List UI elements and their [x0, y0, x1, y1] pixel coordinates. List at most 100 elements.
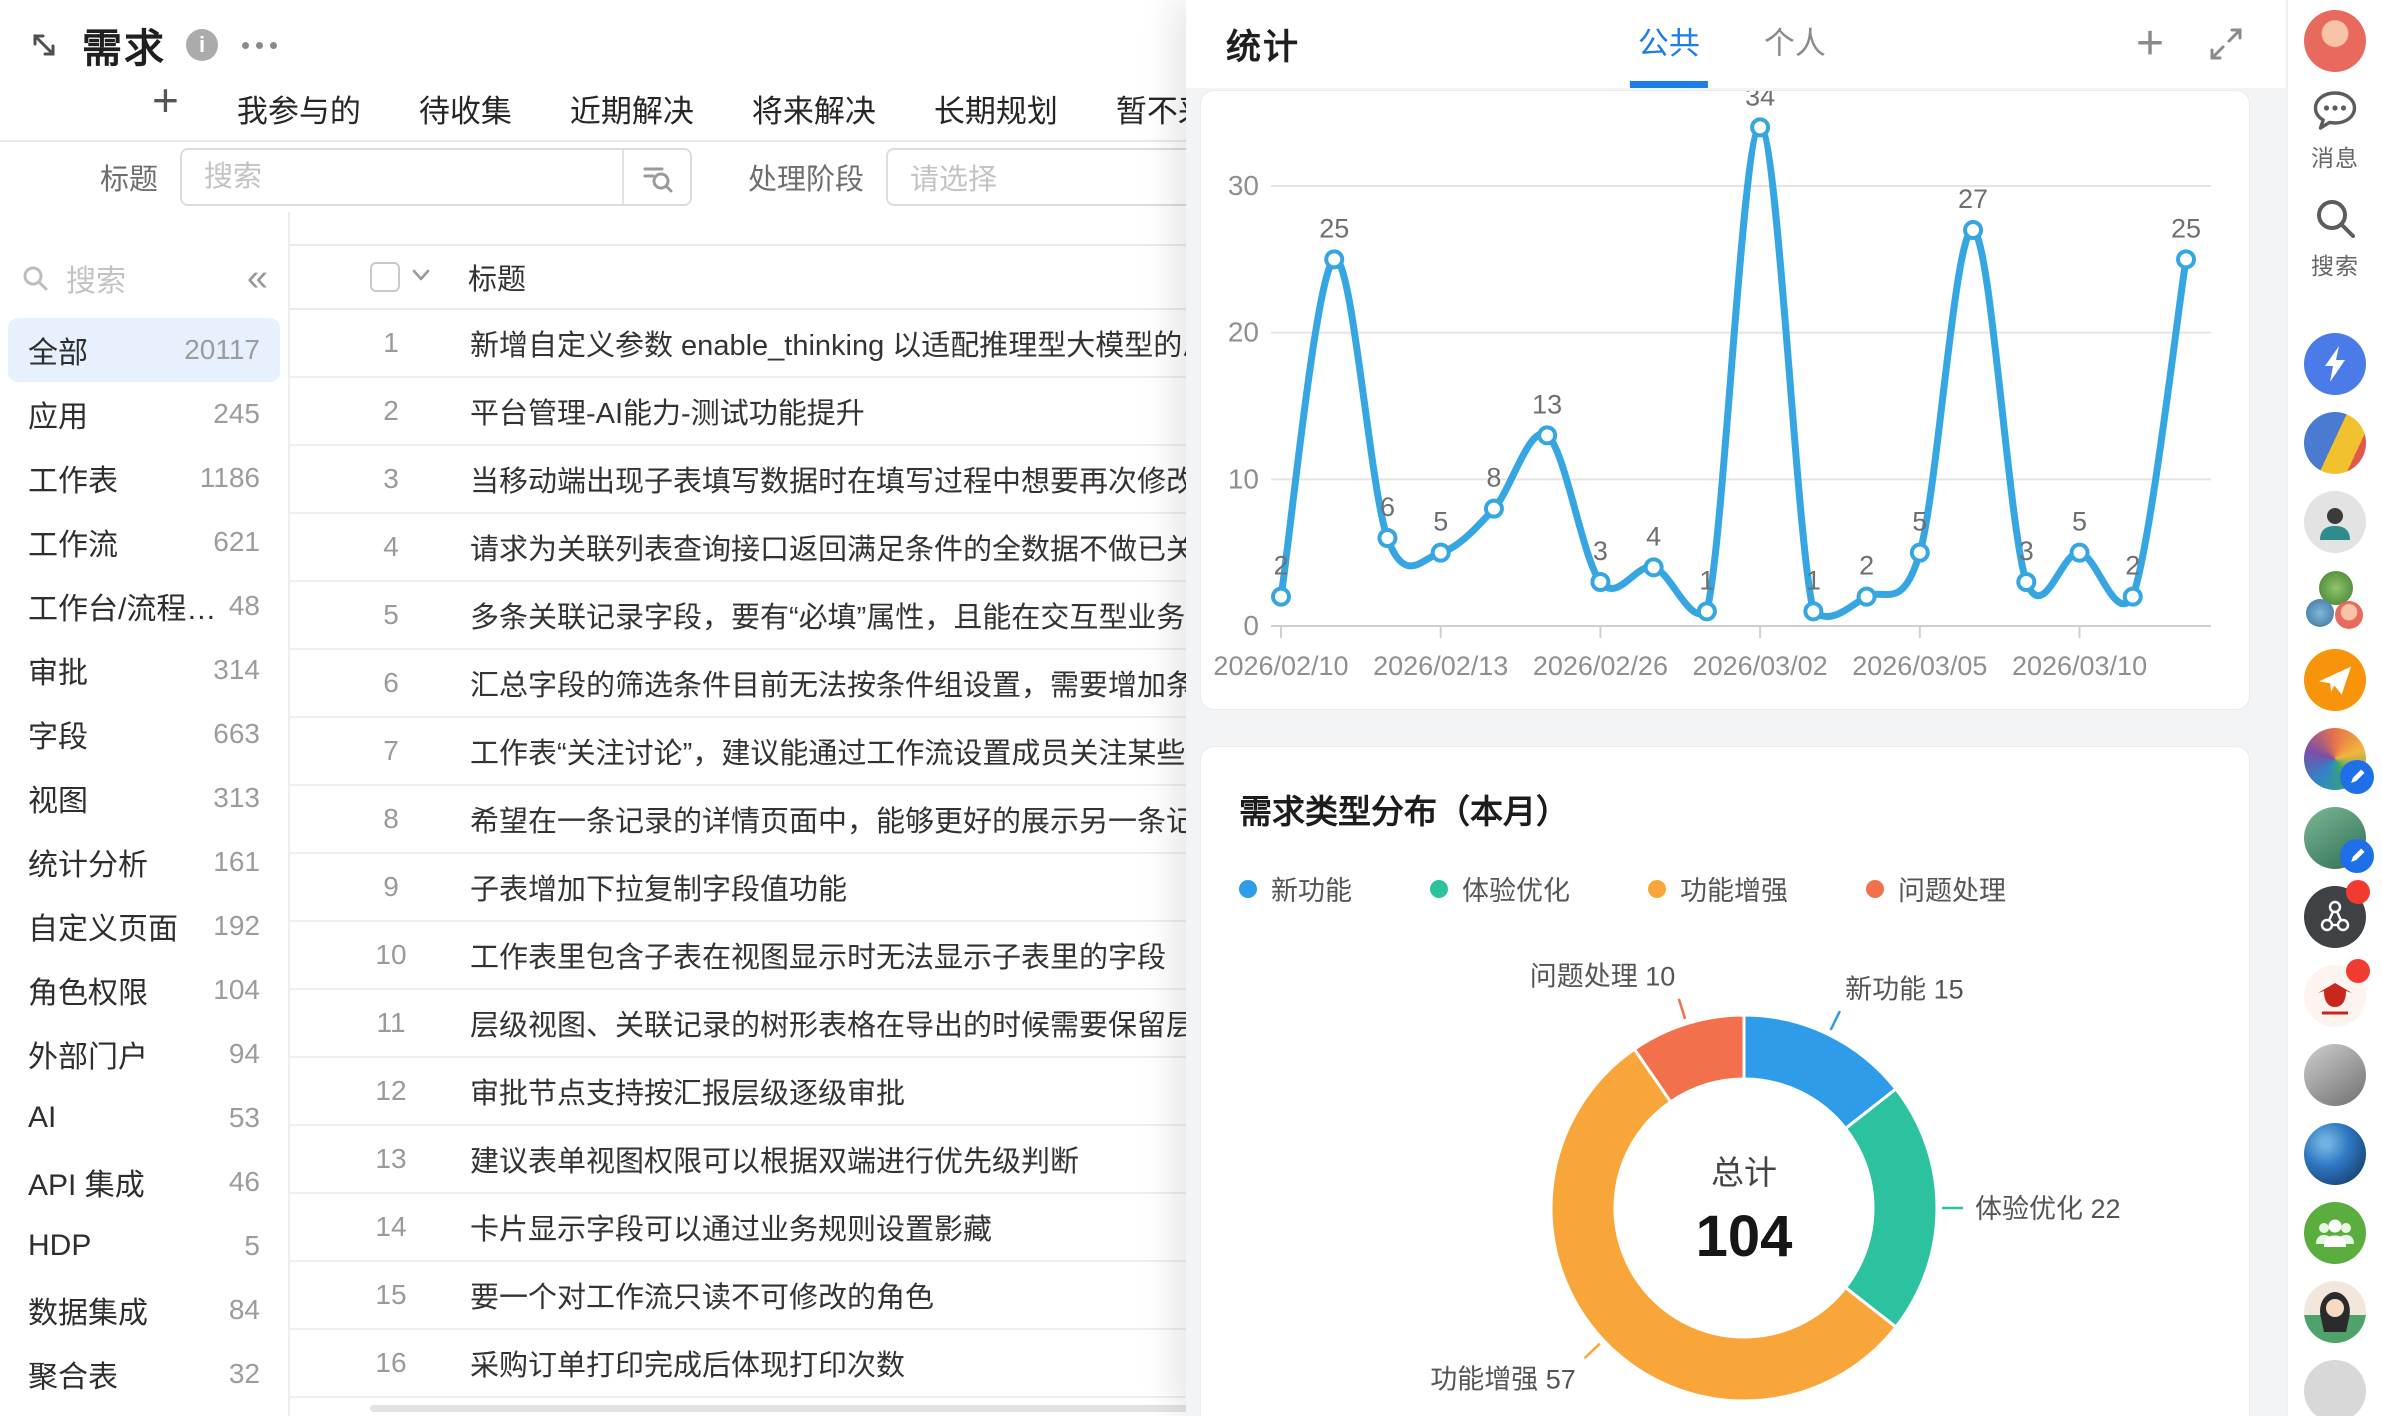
more-actions-icon[interactable]: [242, 42, 277, 49]
svg-text:2026/02/26: 2026/02/26: [1533, 651, 1668, 681]
row-number: 3: [336, 463, 446, 495]
donut-chart[interactable]: 新功能 15体验优化 22功能增强 57问题处理 10总计104: [1239, 908, 2249, 1416]
legend-item-1[interactable]: 体验优化: [1430, 869, 1570, 908]
quick-actions-button[interactable]: [2304, 333, 2366, 395]
svg-text:5: 5: [1912, 507, 1927, 537]
sidebar-item-8[interactable]: 统计分析161: [8, 830, 280, 894]
chat-avatar-group-cluster[interactable]: [2304, 570, 2366, 632]
app-root: 需求 i + 我参与的待收集近期解决将来解决长期规划暂不采纳 标题 处理阶段 请…: [0, 0, 2382, 1416]
svg-text:3: 3: [2019, 536, 2034, 566]
svg-text:34: 34: [1745, 91, 1775, 111]
chat-avatar-person-green[interactable]: [2304, 807, 2366, 869]
sidebar-item-14[interactable]: HDP5: [8, 1214, 280, 1278]
sidebar-item-15[interactable]: 数据集成84: [8, 1278, 280, 1342]
sidebar-item-count: 192: [213, 910, 260, 942]
fullscreen-icon[interactable]: [2206, 24, 2246, 64]
legend-item-0[interactable]: 新功能: [1239, 869, 1352, 908]
svg-text:问题处理 10: 问题处理 10: [1530, 961, 1676, 991]
donut-chart-title: 需求类型分布（本月）: [1239, 785, 2249, 833]
stats-tab-1[interactable]: 个人: [1756, 0, 1834, 88]
sidebar-item-count: 5: [244, 1230, 260, 1262]
sidebar-item-5[interactable]: 审批314: [8, 638, 280, 702]
chat-avatar-support[interactable]: [2304, 491, 2366, 553]
sidebar-item-1[interactable]: 应用245: [8, 382, 280, 446]
line-chart[interactable]: 01020302026/02/102026/02/132026/02/26202…: [1201, 91, 2247, 707]
row-title: 工作表“关注讨论”，建议能通过工作流设置成员关注某些记录: [470, 730, 1243, 772]
title-search-input[interactable]: [182, 150, 622, 204]
sidebar-item-0[interactable]: 全部20117: [8, 318, 280, 382]
legend-label: 新功能: [1271, 869, 1352, 908]
sidebar-item-6[interactable]: 字段663: [8, 702, 280, 766]
sidebar-item-4[interactable]: 工作台/流程…48: [8, 574, 280, 638]
sidebar-item-3[interactable]: 工作流621: [8, 510, 280, 574]
view-tab-1[interactable]: 待收集: [419, 84, 512, 131]
page-title: 需求: [82, 16, 166, 74]
chat-avatar-molecule[interactable]: [2304, 886, 2366, 948]
row-title: 多条关联记录字段，要有“必填”属性，且能在交互型业务规则: [470, 594, 1243, 636]
expand-page-icon[interactable]: [26, 27, 62, 63]
sidebar-item-count: 94: [229, 1038, 260, 1070]
add-view-icon[interactable]: +: [152, 82, 179, 118]
view-tab-4[interactable]: 长期规划: [934, 84, 1058, 131]
chat-avatar-paper-plane[interactable]: [2304, 649, 2366, 711]
stats-tab-0[interactable]: 公共: [1630, 0, 1708, 88]
sidebar-item-16[interactable]: 聚合表32: [8, 1342, 280, 1406]
row-number: 2: [336, 395, 446, 427]
chat-avatar-photo-bw[interactable]: [2304, 1044, 2366, 1106]
chat-avatar-community[interactable]: [2304, 728, 2366, 790]
chat-avatar-red-figure[interactable]: [2304, 965, 2366, 1027]
sidebar-item-label: 字段: [28, 712, 88, 756]
stats-header: 统计 公共个人 +: [1186, 0, 2286, 88]
row-title: 当移动端出现子表填写数据时在填写过程中想要再次修改主表: [470, 458, 1253, 500]
sidebar-item-2[interactable]: 工作表1186: [8, 446, 280, 510]
sidebar-item-9[interactable]: 自定义页面 192: [8, 894, 280, 958]
svg-text:104: 104: [1696, 1204, 1793, 1269]
svg-text:总计: 总计: [1711, 1154, 1777, 1191]
notification-dot: [2346, 880, 2370, 904]
view-tab-3[interactable]: 将来解决: [752, 84, 876, 131]
chat-avatar-lego[interactable]: [2304, 412, 2366, 474]
chat-avatar-partial[interactable]: [2304, 1360, 2366, 1416]
view-tab-0[interactable]: 我参与的: [237, 84, 361, 131]
add-chart-icon[interactable]: +: [2136, 24, 2164, 64]
stage-select[interactable]: 请选择: [886, 148, 1216, 206]
legend-dot: [1239, 880, 1257, 898]
sidebar-item-12[interactable]: AI53: [8, 1086, 280, 1150]
advanced-search-icon[interactable]: [622, 150, 690, 204]
global-search-button[interactable]: 搜索: [2311, 195, 2359, 281]
info-icon[interactable]: i: [186, 29, 218, 61]
cluster-photo-3: [2335, 601, 2363, 629]
sidebar-item-7[interactable]: 视图313: [8, 766, 280, 830]
collapse-sidebar-icon[interactable]: «: [247, 263, 268, 293]
legend-item-2[interactable]: 功能增强: [1648, 869, 1788, 908]
svg-text:20: 20: [1228, 317, 1259, 348]
chat-avatar-cartoon-girl[interactable]: [2304, 1281, 2366, 1343]
chat-avatar-earth[interactable]: [2304, 1123, 2366, 1185]
sidebar-item-13[interactable]: API 集成46: [8, 1150, 280, 1214]
user-avatar[interactable]: [2304, 10, 2366, 72]
row-title: 希望在一条记录的详情页面中，能够更好的展示另一条记录详: [470, 798, 1253, 840]
cluster-photo-2: [2306, 599, 2334, 627]
legend-label: 功能增强: [1680, 869, 1788, 908]
sidebar-item-label: 自定义页面: [28, 904, 178, 948]
svg-text:功能增强 57: 功能增强 57: [1430, 1364, 1576, 1394]
view-list-icon[interactable]: [58, 84, 94, 121]
sidebar-item-label: 视图: [28, 776, 88, 820]
chat-avatar-team[interactable]: [2304, 1202, 2366, 1264]
edit-badge-icon: [2340, 760, 2374, 794]
stats-tabs: 公共个人: [1630, 0, 1834, 88]
select-all-checkbox[interactable]: [370, 262, 400, 292]
view-tab-2[interactable]: 近期解决: [570, 84, 694, 131]
global-search-label: 搜索: [2311, 247, 2359, 281]
svg-text:2: 2: [1273, 551, 1288, 581]
title-column-header: 标题: [468, 256, 526, 298]
messages-button[interactable]: 消息: [2311, 89, 2359, 173]
chevron-down-icon[interactable]: [410, 267, 432, 288]
sidebar-search[interactable]: 搜索 «: [0, 246, 288, 310]
stage-filter-label: 处理阶段: [748, 156, 864, 198]
sidebar-item-10[interactable]: 角色权限104: [8, 958, 280, 1022]
sidebar-item-11[interactable]: 外部门户94: [8, 1022, 280, 1086]
legend-item-3[interactable]: 问题处理: [1866, 869, 2006, 908]
sidebar-item-label: 全部: [28, 328, 88, 372]
svg-text:3: 3: [1593, 536, 1608, 566]
